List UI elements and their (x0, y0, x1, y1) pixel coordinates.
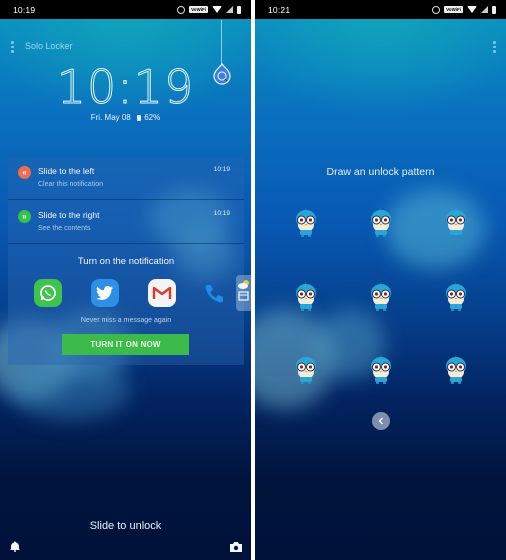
notification-subtitle: See the contents (38, 225, 91, 232)
bird-icon (371, 355, 391, 384)
turn-it-on-now-button[interactable]: TURN IT ON NOW (62, 334, 189, 355)
slide-to-unlock[interactable]: Slide to unlock (0, 520, 251, 532)
pattern-screen-right: 10:21 VoWiFi Draw an unlock pattern (255, 0, 506, 560)
battery-icon (237, 5, 241, 14)
bird-icon (446, 355, 466, 384)
battery-icon (492, 5, 496, 14)
camera-icon[interactable] (230, 542, 242, 552)
date-battery-row: Fri. May 08 62% (0, 113, 251, 122)
pendant-string (221, 20, 222, 64)
notification-item[interactable]: » Slide to the right See the contents 10… (8, 201, 244, 244)
pattern-node-4[interactable] (293, 280, 319, 314)
twitter-icon (91, 279, 119, 307)
bird-icon (446, 282, 466, 311)
notification-title: Slide to the right (38, 210, 100, 220)
battery-percent: 62% (144, 113, 161, 122)
never-miss-text: Never miss a message again (80, 317, 172, 324)
pattern-node-2[interactable] (368, 206, 394, 240)
signal-icon (226, 6, 233, 13)
screenshot-stage: 10:19 VoWiFi Solo Locker 10:19 Fri. May … (0, 0, 506, 560)
whatsapp-icon (34, 279, 62, 307)
chevron-left-icon (378, 417, 383, 425)
bird-icon (296, 282, 316, 311)
slide-left-icon: « (18, 166, 31, 179)
alarm-icon (432, 5, 441, 14)
pattern-node-9[interactable] (443, 353, 469, 387)
notification-item[interactable]: « Slide to the left Clear this notificat… (8, 157, 244, 200)
search-pendant[interactable] (213, 20, 231, 88)
signal-icon (481, 6, 488, 13)
more-options-icon[interactable] (11, 41, 15, 53)
wifi-icon (467, 6, 477, 13)
status-bar: 10:19 VoWiFi (0, 0, 251, 19)
pattern-prompt: Draw an unlock pattern (326, 166, 435, 178)
status-time: 10:19 (13, 4, 36, 15)
bird-icon (296, 208, 316, 237)
notification-panel: « Slide to the left Clear this notificat… (8, 157, 244, 365)
side-widget-tab[interactable] (236, 275, 251, 311)
app-title: Solo Locker (25, 41, 73, 51)
search-icon[interactable] (213, 63, 231, 85)
pattern-node-6[interactable] (443, 280, 469, 314)
pattern-node-5[interactable] (368, 280, 394, 314)
calendar-icon (238, 291, 249, 301)
status-bar: 10:21 VoWiFi (255, 0, 506, 19)
vowifi-icon: VoWiFi (189, 6, 208, 13)
phone-icon (200, 279, 228, 307)
pattern-node-7[interactable] (293, 353, 319, 387)
lock-screen-left: 10:19 VoWiFi Solo Locker 10:19 Fri. May … (0, 0, 251, 560)
date-text: Fri. May 08 (90, 113, 131, 122)
pattern-node-3[interactable] (443, 206, 469, 240)
notification-title: Slide to the left (38, 166, 95, 176)
wifi-icon (212, 6, 222, 13)
bird-icon (296, 355, 316, 384)
gmail-icon (148, 279, 176, 307)
vowifi-icon: VoWiFi (444, 6, 463, 13)
alarm-icon (177, 5, 186, 14)
turn-on-notification-title: Turn on the notification (77, 256, 175, 267)
bird-icon (446, 208, 466, 237)
notification-time: 10:19 (213, 166, 230, 173)
bird-icon (371, 282, 391, 311)
more-options-icon[interactable] (493, 41, 497, 53)
pattern-node-8[interactable] (368, 353, 394, 387)
pattern-node-1[interactable] (293, 206, 319, 240)
bell-icon[interactable] (10, 541, 20, 552)
status-time: 10:21 (268, 4, 291, 15)
notification-subtitle: Clear this notification (38, 181, 103, 188)
battery-small-icon (137, 114, 141, 121)
back-button[interactable] (372, 412, 390, 430)
notification-time: 10:19 (213, 210, 230, 217)
slide-right-icon: » (18, 210, 31, 223)
bird-icon (371, 208, 391, 237)
